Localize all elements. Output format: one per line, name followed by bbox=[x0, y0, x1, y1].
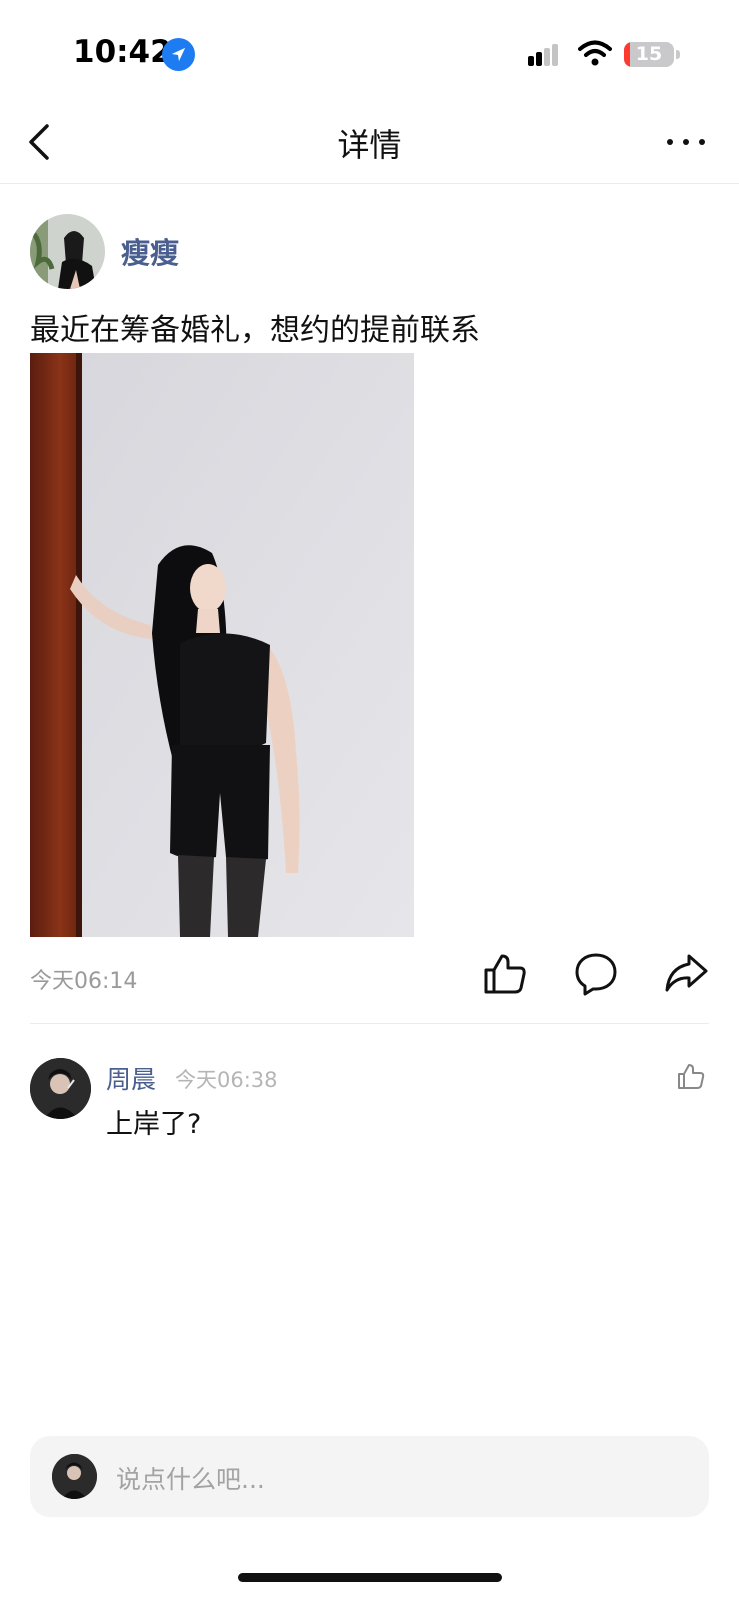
divider bbox=[30, 1023, 709, 1024]
comment-bubble-icon[interactable] bbox=[573, 950, 619, 996]
location-arrow-icon bbox=[162, 38, 195, 71]
current-user-avatar bbox=[52, 1454, 97, 1499]
more-options-icon[interactable] bbox=[664, 132, 708, 152]
post-author-avatar[interactable] bbox=[30, 214, 105, 289]
commenter-avatar[interactable] bbox=[30, 1058, 91, 1119]
like-thumb-up-icon[interactable] bbox=[482, 950, 528, 996]
post-timestamp: 今天06:14 bbox=[30, 969, 138, 994]
wifi-icon bbox=[578, 40, 612, 66]
comment-input-placeholder[interactable]: 说点什么吧... bbox=[116, 1460, 265, 1496]
back-chevron-icon[interactable] bbox=[24, 120, 64, 164]
share-arrow-icon[interactable] bbox=[663, 950, 709, 996]
status-bar: 10:42 15 bbox=[0, 0, 739, 100]
post-text: 最近在筹备婚礼，想约的提前联系 bbox=[30, 313, 480, 348]
comment-author-name[interactable]: 周晨 bbox=[106, 1060, 156, 1096]
comment-text: 上岸了? bbox=[106, 1109, 202, 1140]
battery-icon: 15 bbox=[624, 42, 674, 67]
home-indicator bbox=[238, 1573, 502, 1582]
comment-input-bar[interactable]: 说点什么吧... bbox=[30, 1436, 709, 1517]
nav-bar: 详情 bbox=[0, 100, 739, 184]
battery-nub bbox=[676, 50, 680, 59]
post-photo[interactable] bbox=[30, 353, 414, 937]
page-title: 详情 bbox=[337, 126, 402, 164]
comment-timestamp: 今天06:38 bbox=[175, 1068, 278, 1092]
post-author-name[interactable]: 瘦瘦 bbox=[121, 230, 179, 272]
comment-like-icon[interactable] bbox=[676, 1061, 706, 1091]
battery-level: 15 bbox=[635, 43, 663, 65]
cellular-signal-icon bbox=[528, 44, 558, 66]
status-time: 10:42 bbox=[73, 34, 172, 70]
